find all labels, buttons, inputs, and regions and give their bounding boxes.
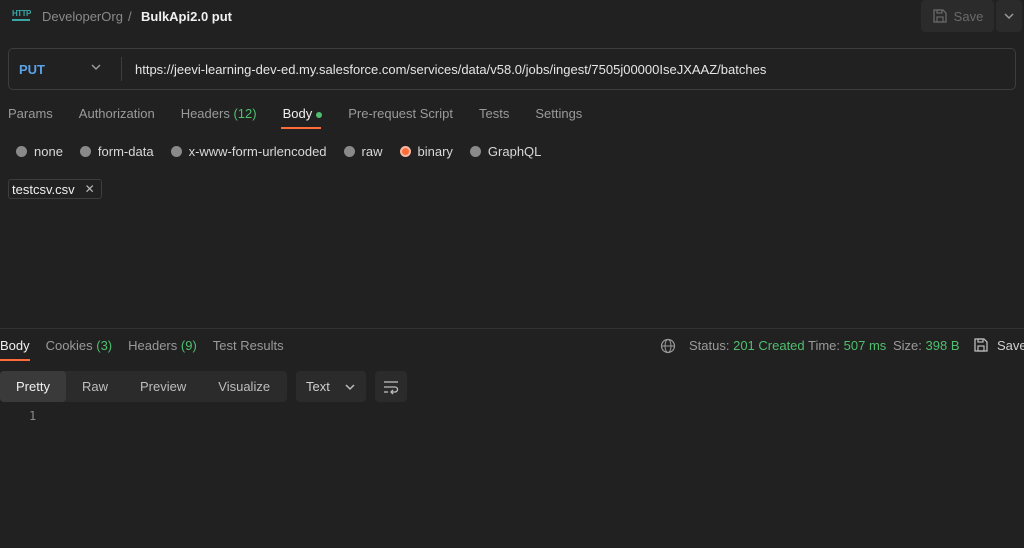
radio-binary-label: binary (417, 144, 453, 159)
response-tab-headers[interactable]: Headers (9) (128, 338, 197, 353)
radio-form-data-label: form-data (97, 144, 154, 159)
breadcrumb-separator: / (128, 9, 132, 24)
tab-body-label: Body (282, 106, 313, 121)
radio-urlencoded[interactable]: x-www-form-urlencoded (170, 144, 327, 159)
tab-headers-label: Headers (180, 106, 230, 121)
method-select[interactable]: PUT (19, 62, 45, 77)
radio-raw[interactable]: raw (343, 144, 383, 159)
tab-settings[interactable]: Settings (535, 106, 582, 121)
radio-circle[interactable] (170, 146, 182, 157)
response-view-switcher: Pretty Raw Preview Visualize (0, 371, 287, 402)
response-tab-headers-count: (9) (180, 338, 197, 353)
wrap-lines-button[interactable] (375, 371, 407, 402)
view-pretty[interactable]: Pretty (0, 371, 66, 402)
radio-none-label: none (34, 144, 63, 159)
time-label: Time: (808, 338, 841, 353)
tab-authorization[interactable]: Authorization (79, 106, 155, 121)
radio-circle[interactable] (79, 146, 91, 157)
radio-raw-label: raw (361, 144, 383, 159)
active-tab-indicator (281, 127, 321, 129)
radio-urlencoded-label: x-www-form-urlencoded (188, 144, 327, 159)
response-active-tab-indicator (0, 359, 30, 361)
tab-body[interactable]: Body (283, 106, 323, 121)
radio-none[interactable]: none (16, 144, 63, 159)
tab-tests[interactable]: Tests (479, 106, 509, 121)
method-chevron-icon[interactable] (90, 61, 102, 76)
radio-circle-selected[interactable] (399, 146, 411, 157)
response-size[interactable]: Size: 398 B (893, 338, 960, 353)
save-options-button[interactable] (996, 0, 1022, 32)
status-label: Status: (689, 338, 730, 353)
save-icon (974, 338, 988, 352)
tab-prerequest-script[interactable]: Pre-request Script (348, 106, 453, 121)
request-title[interactable]: BulkApi2.0 put (141, 9, 232, 24)
view-preview[interactable]: Preview (124, 371, 202, 402)
save-response-button[interactable]: Save (973, 337, 1024, 353)
response-tab-cookies-label: Cookies (45, 338, 93, 353)
radio-binary[interactable]: binary (399, 144, 453, 159)
file-name: testcsv.csv (12, 181, 75, 197)
url-input[interactable]: https://jeevi-learning-dev-ed.my.salesfo… (135, 62, 766, 77)
time-value: 507 ms (843, 338, 887, 353)
save-response-label: Save (997, 337, 1024, 353)
response-tab-cookies[interactable]: Cookies (3) (46, 338, 112, 353)
response-status[interactable]: Status: 201 Created (689, 338, 805, 353)
format-value: Text (306, 379, 330, 394)
response-time[interactable]: Time: 507 ms (808, 338, 886, 353)
tab-headers-count: (12) (233, 106, 257, 121)
request-tabs: Params Authorization Headers (12) Body P… (8, 106, 608, 121)
save-icon (933, 9, 947, 23)
radio-graphql[interactable]: GraphQL (469, 144, 542, 159)
breadcrumb-collection[interactable]: DeveloperOrg (42, 9, 123, 24)
status-value: 201 Created (733, 338, 805, 353)
remove-file-icon[interactable]: ✕ (85, 182, 95, 196)
http-request-icon: HTTP (12, 9, 32, 25)
wrap-lines-icon (384, 380, 399, 394)
radio-circle[interactable] (469, 146, 481, 157)
radio-circle[interactable] (343, 146, 355, 157)
line-number: 1 (29, 409, 37, 423)
response-tabs: Body Cookies (3) Headers (9) Test Result… (0, 338, 300, 353)
response-divider (0, 328, 1024, 329)
format-select[interactable]: Text (296, 371, 366, 402)
tab-headers[interactable]: Headers (12) (181, 106, 257, 121)
body-indicator-dot (316, 111, 323, 118)
size-label: Size: (893, 338, 922, 353)
chevron-down-icon (345, 383, 355, 390)
selected-file-chip: testcsv.csv ✕ (8, 179, 102, 199)
body-mode-options: none form-data x-www-form-urlencoded raw… (16, 144, 558, 159)
tab-params[interactable]: Params (8, 106, 53, 121)
response-tab-body[interactable]: Body (0, 338, 30, 353)
radio-graphql-label: GraphQL (487, 144, 542, 159)
response-tab-cookies-count: (3) (96, 338, 113, 353)
response-tab-test-results[interactable]: Test Results (213, 338, 284, 353)
url-divider (121, 57, 122, 81)
save-button[interactable]: Save (921, 0, 994, 32)
view-raw[interactable]: Raw (66, 371, 124, 402)
radio-circle[interactable] (16, 146, 27, 157)
view-visualize[interactable]: Visualize (202, 371, 286, 402)
globe-icon[interactable] (660, 338, 676, 354)
radio-form-data[interactable]: form-data (79, 144, 154, 159)
save-label: Save (953, 8, 984, 24)
response-tab-headers-label: Headers (128, 338, 178, 353)
chevron-down-icon (1004, 13, 1014, 20)
size-value: 398 B (925, 338, 960, 353)
